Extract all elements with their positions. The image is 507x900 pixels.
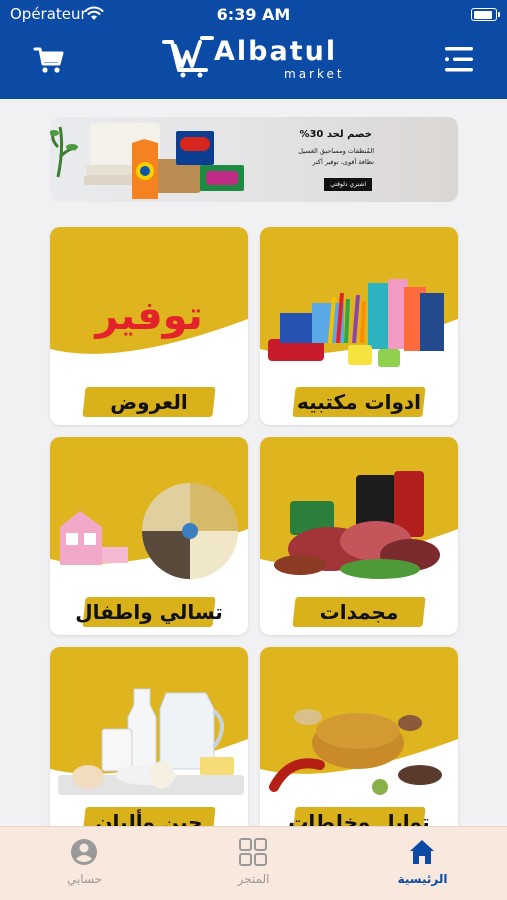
account-icon [71,839,97,865]
category-card-frozen[interactable]: مجمدات [260,437,458,635]
logo-cart-mark [162,36,214,78]
dairy-image [58,688,244,795]
banner-subtitle: المُنظفات ومساحيق الغسيل [298,147,374,155]
category-label: مجمدات [319,600,399,624]
battery-icon [471,8,500,21]
tab-account[interactable]: حسابي [0,827,169,900]
banner-shop-now-button[interactable]: اشتري دلوقتي [324,178,372,191]
category-card-spices[interactable]: توابل وخلطات [260,647,458,845]
status-bar: Opérateur 6:39 AM [0,0,507,30]
tab-home[interactable]: الرئيسية [338,827,507,900]
tab-store[interactable]: المتجر [169,827,338,900]
bottom-tab-bar: الرئيسية المتجر حسابي [0,826,507,900]
logo-subtitle: market [284,67,345,81]
category-label: تسالي واطفال [75,600,223,624]
tab-label: الرئيسية [397,872,448,886]
home-icon [410,840,434,864]
albatul-logo[interactable]: Albatul market [162,34,352,84]
spices-image [269,709,442,795]
logo-name: Albatul [214,36,338,67]
tab-label: المتجر [237,872,270,886]
banner-tagline: نظافة أقوى، توفير أكتر [312,158,374,166]
category-label: العروض [110,390,188,414]
menu-icon[interactable] [443,44,475,74]
banner-title: خصم لحد 30% [299,129,372,140]
promo-word: توفير [95,293,203,339]
snacks-kids-image [60,483,238,579]
stationery-image [268,279,444,367]
tab-label: حسابي [66,872,103,886]
detergent-products-image [50,123,244,199]
shopping-cart-icon[interactable] [33,44,65,76]
frozen-foods-image [274,471,440,579]
category-card-offers[interactable]: توفير العروض [50,227,248,425]
app-header: Opérateur 6:39 AM Albatul market [0,0,507,99]
grid-icon [239,838,267,866]
battery-level [473,10,492,19]
promo-banner[interactable]: خصم لحد 30% المُنظفات ومساحيق الغسيل نظا… [50,117,458,202]
status-time: 6:39 AM [216,5,291,24]
category-card-dairy[interactable]: جبن وألبان [50,647,248,845]
category-card-snacks-kids[interactable]: تسالي واطفال [50,437,248,635]
category-label: ادوات مكتبيه [296,390,422,414]
category-card-stationery[interactable]: ادوات مكتبيه [260,227,458,425]
